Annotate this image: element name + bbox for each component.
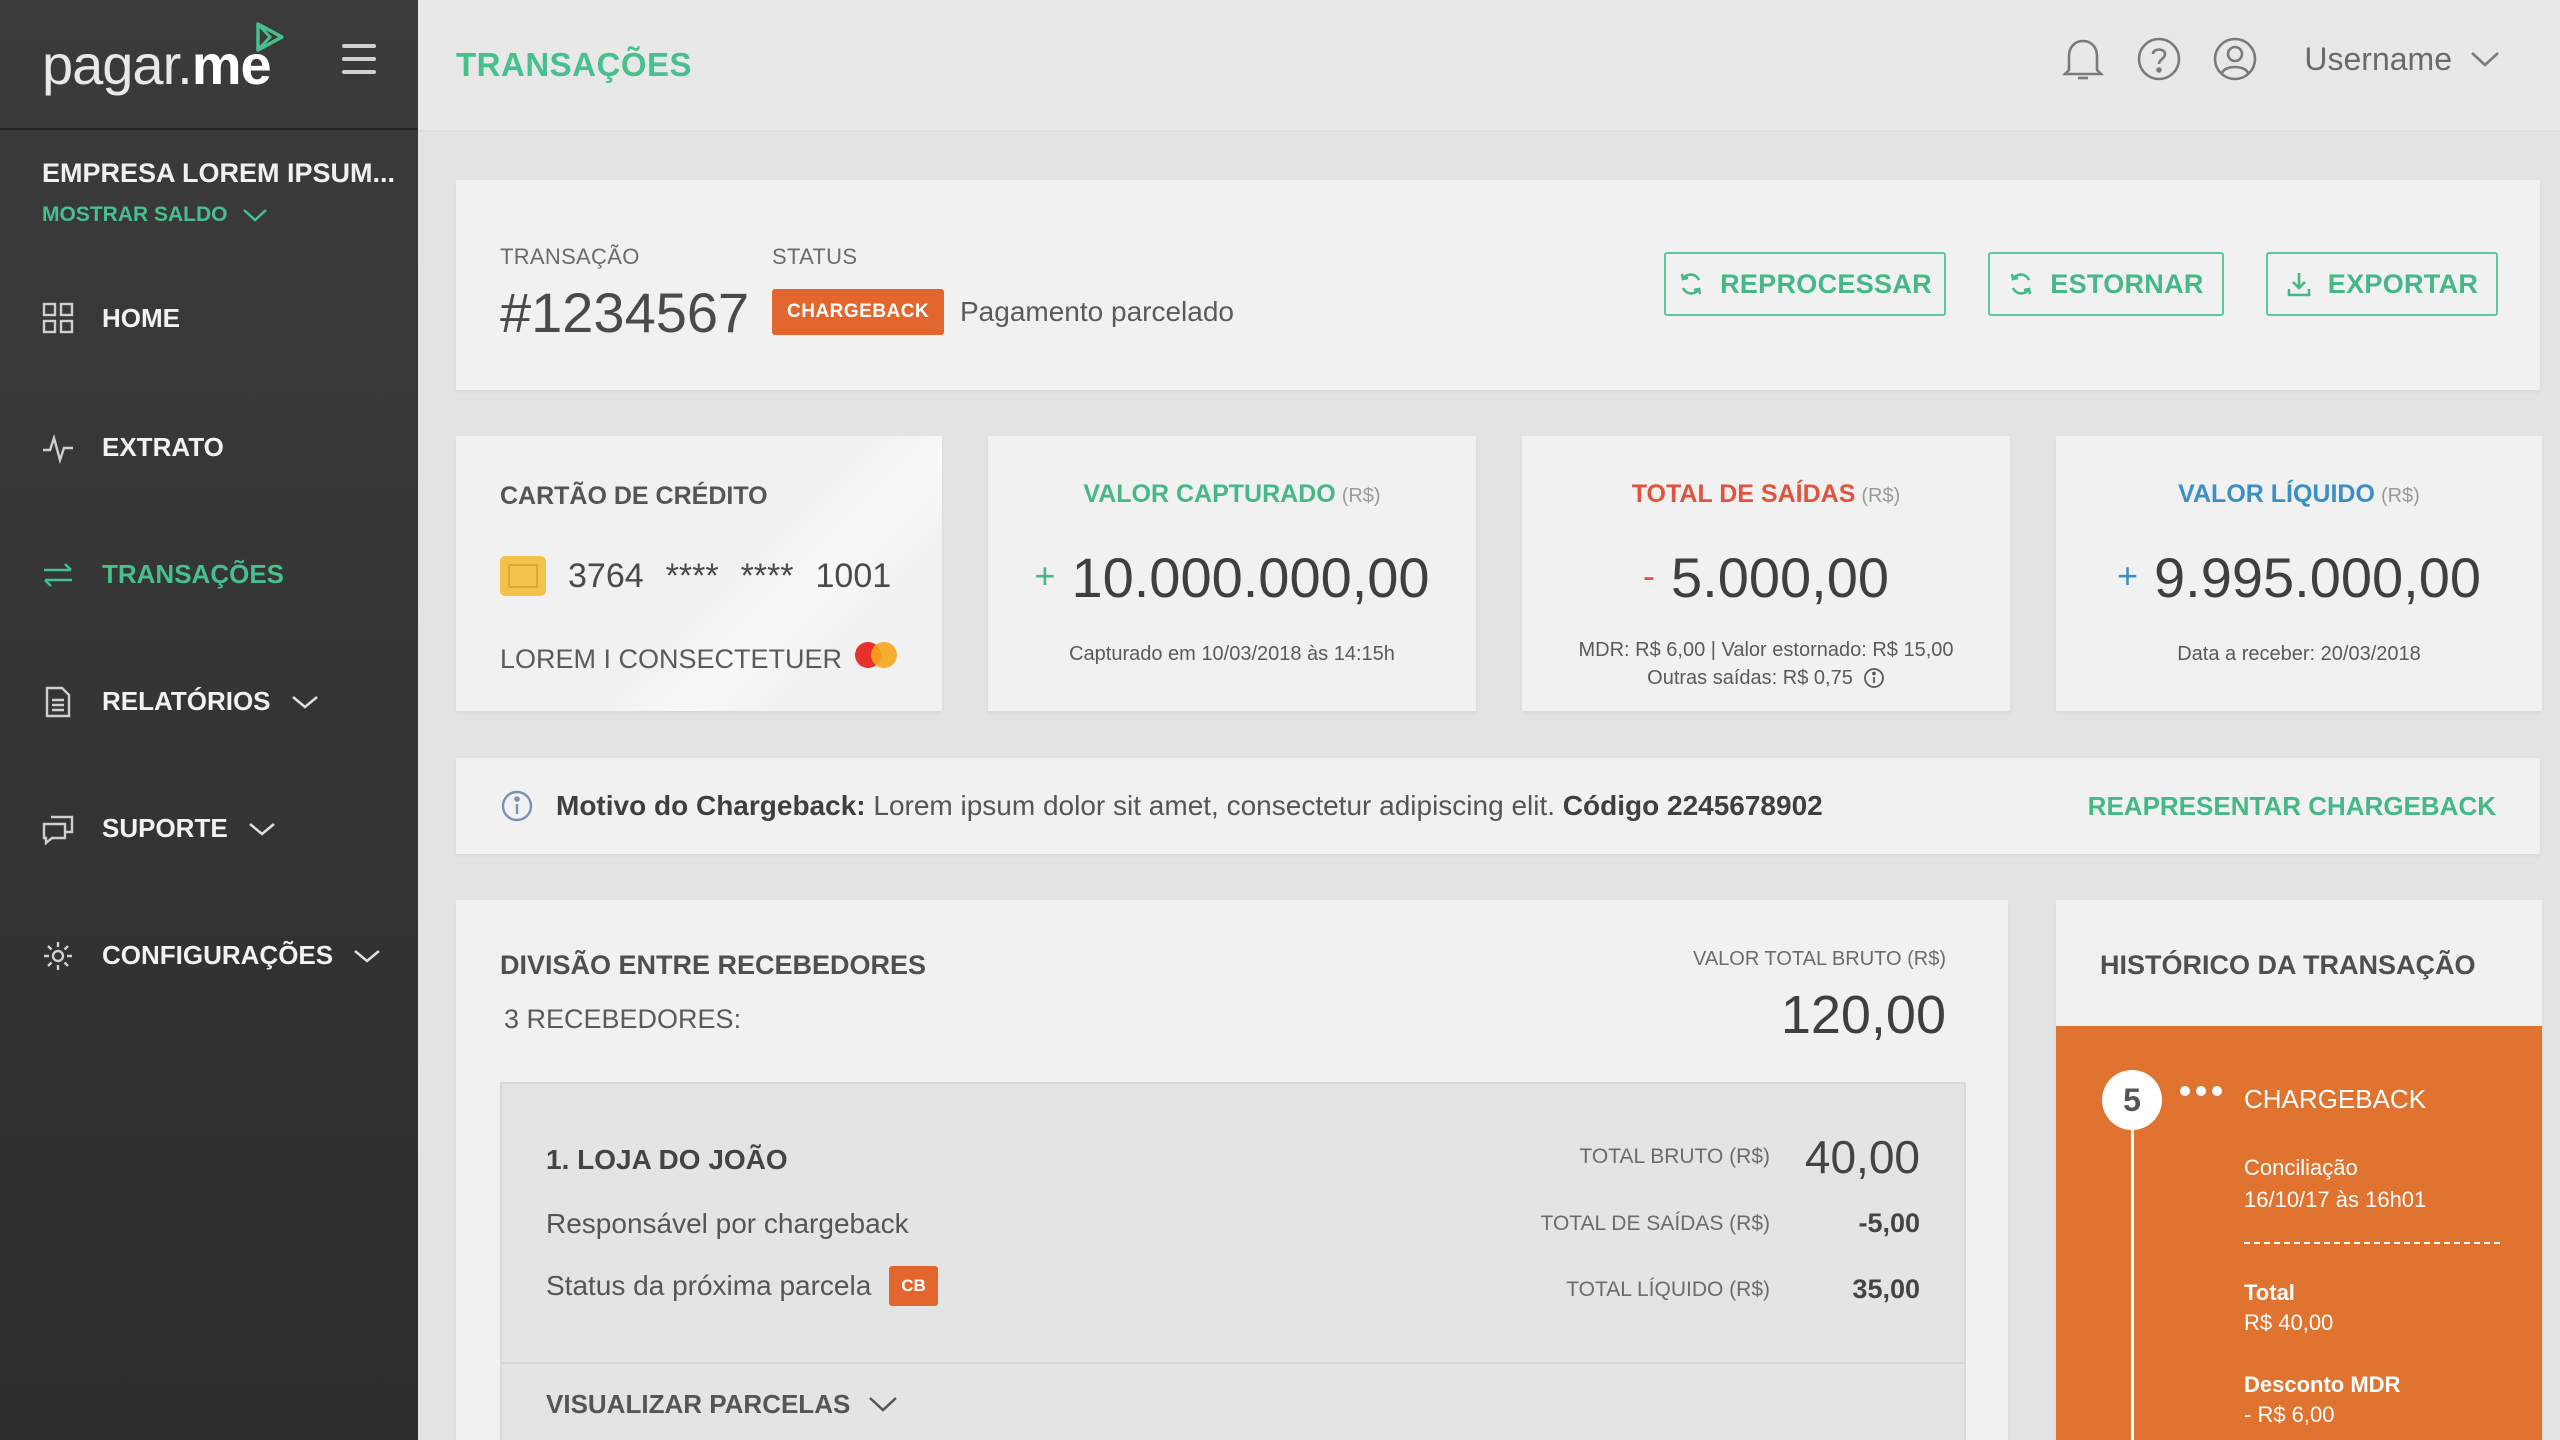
outflows-title: TOTAL DE SAÍDAS (R$) bbox=[1631, 480, 1901, 508]
timeline-mdr: Desconto MDR - R$ 6,00 bbox=[2244, 1372, 2401, 1427]
receiver-net: TOTAL LÍQUIDO (R$) 35,00 bbox=[1566, 1274, 1920, 1304]
bell-icon[interactable] bbox=[2060, 36, 2106, 82]
sidebar-item-suporte[interactable]: SUPORTE bbox=[0, 765, 418, 892]
receivers-count: 3 RECEBEDORES: bbox=[504, 1004, 742, 1034]
timeline-total: Total R$ 40,00 bbox=[2244, 1280, 2334, 1335]
next-installment-status: Status da próxima parcela CB bbox=[546, 1266, 938, 1306]
transaction-history: HISTÓRICO DA TRANSAÇÃO 5 CHARGEBACK Conc… bbox=[2056, 900, 2542, 1440]
view-installments-toggle[interactable]: VISUALIZAR PARCELAS bbox=[502, 1362, 1964, 1440]
captured-value-card: VALOR CAPTURADO (R$) +10.000.000,00 Captu… bbox=[988, 436, 1476, 711]
sidebar-item-extrato[interactable]: EXTRATO bbox=[0, 384, 418, 511]
represent-chargeback-link[interactable]: REAPRESENTAR CHARGEBACK bbox=[2088, 791, 2496, 822]
chevron-down-icon bbox=[869, 1397, 898, 1412]
info-icon bbox=[501, 790, 533, 822]
net-value: +9.995.000,00 bbox=[2116, 546, 2481, 609]
user-menu[interactable]: Username bbox=[2304, 41, 2500, 78]
timeline-step: 5 bbox=[2102, 1070, 2162, 1130]
sidebar-item-home[interactable]: HOME bbox=[0, 252, 418, 384]
card-title: CARTÃO DE CRÉDITO bbox=[500, 482, 768, 510]
history-title: HISTÓRICO DA TRANSAÇÃO bbox=[2100, 950, 2476, 980]
transaction-summary: TRANSAÇÃO STATUS #1234567 CHARGEBACK Pag… bbox=[456, 180, 2540, 390]
status-badge: CB bbox=[889, 1266, 938, 1306]
gross-total-value: 120,00 bbox=[1780, 985, 1946, 1045]
top-actions: Username bbox=[2060, 36, 2500, 82]
receiver-card: 1. LOJA DO JOÃO Responsável por chargeba… bbox=[500, 1082, 1966, 1440]
reprocess-button[interactable]: REPROCESSAR bbox=[1664, 252, 1946, 316]
credit-card-info: CARTÃO DE CRÉDITO 3764 **** **** 1001 LO… bbox=[456, 436, 942, 711]
receiver-gross: TOTAL BRUTO (R$) 40,00 bbox=[1579, 1131, 1920, 1183]
chevron-down-icon bbox=[248, 821, 276, 837]
division-title: DIVISÃO ENTRE RECEBEDORES bbox=[500, 950, 927, 980]
chevron-down-icon bbox=[2471, 52, 2499, 67]
help-icon[interactable] bbox=[2136, 36, 2182, 82]
card-number: 3764 **** **** 1001 bbox=[500, 556, 891, 596]
status-label: STATUS bbox=[772, 244, 858, 269]
page-title: TRANSAÇÕES bbox=[456, 46, 693, 83]
chevron-down-icon bbox=[291, 694, 319, 710]
outflows-breakdown: MDR: R$ 6,00 | Valor estornado: R$ 15,00… bbox=[1578, 639, 1954, 689]
gear-icon bbox=[42, 940, 74, 972]
top-bar: TRANSAÇÕES Username bbox=[418, 0, 2560, 132]
sidebar: pagar. me EMPRESA LOREM IPSUM... MOSTRAR … bbox=[0, 0, 418, 1440]
sidebar-nav: HOME EXTRATO TRANSAÇÕES RELATÓRIOS SUPOR… bbox=[0, 252, 418, 1019]
timeline-event: CHARGEBACK bbox=[2244, 1084, 2427, 1114]
refresh-icon bbox=[2011, 273, 2032, 295]
grid-icon bbox=[42, 302, 74, 334]
sidebar-item-transacoes[interactable]: TRANSAÇÕES bbox=[0, 511, 418, 638]
gross-total-label: VALOR TOTAL BRUTO (R$) bbox=[1692, 948, 1946, 970]
sidebar-item-configuracoes[interactable]: CONFIGURAÇÕES bbox=[0, 892, 418, 1019]
download-icon bbox=[2287, 273, 2311, 297]
net-title: VALOR LÍQUIDO (R$) bbox=[2178, 480, 2420, 508]
refresh-icon bbox=[1680, 273, 1702, 295]
menu-toggle-icon[interactable] bbox=[342, 44, 376, 74]
info-icon[interactable] bbox=[1863, 667, 1885, 689]
card-chip-icon bbox=[500, 556, 546, 596]
pulse-icon bbox=[42, 432, 74, 464]
card-holder: LOREM I CONSECTETUER bbox=[500, 644, 843, 674]
chargeback-reason: Motivo do Chargeback: Lorem ipsum dolor … bbox=[456, 758, 2540, 854]
net-receive-date: Data a receber: 20/03/2018 bbox=[2177, 643, 2421, 665]
mastercard-icon bbox=[855, 642, 897, 668]
outflows-card: TOTAL DE SAÍDAS (R$) -5.000,00 MDR: R$ 6,… bbox=[1522, 436, 2010, 711]
company-selector[interactable]: EMPRESA LOREM IPSUM... MOSTRAR SALDO bbox=[0, 130, 418, 248]
captured-value: +10.000.000,00 bbox=[1034, 546, 1430, 609]
chevron-down-icon bbox=[353, 948, 381, 964]
chevron-down-icon bbox=[242, 209, 267, 222]
export-button[interactable]: EXPORTAR bbox=[2266, 252, 2498, 316]
chargeback-responsible: Responsável por chargeback bbox=[546, 1208, 909, 1239]
chargeback-reason-text: Motivo do Chargeback: Lorem ipsum dolor … bbox=[556, 790, 1823, 821]
chat-icon bbox=[42, 813, 74, 845]
company-name: EMPRESA LOREM IPSUM... bbox=[42, 158, 396, 188]
captured-title: VALOR CAPTURADO (R$) bbox=[1083, 480, 1381, 508]
transaction-description: Pagamento parcelado bbox=[960, 296, 1234, 327]
document-icon bbox=[42, 686, 74, 718]
status-badge: CHARGEBACK bbox=[772, 289, 945, 335]
history-timeline: 5 CHARGEBACK Conciliação 16/10/17 às 16h… bbox=[2056, 1026, 2542, 1440]
more-dots-icon[interactable] bbox=[2180, 1086, 2222, 1096]
receiver-outflows: TOTAL DE SAÍDAS (R$) -5,00 bbox=[1540, 1208, 1921, 1238]
transaction-label: TRANSAÇÃO bbox=[500, 244, 640, 269]
receivers-division: DIVISÃO ENTRE RECEBEDORES 3 RECEBEDORES:… bbox=[456, 900, 2008, 1440]
sidebar-item-relatorios[interactable]: RELATÓRIOS bbox=[0, 638, 418, 765]
pagarme-logo[interactable]: pagar. me bbox=[42, 22, 284, 97]
net-value-card: VALOR LÍQUIDO (R$) +9.995.000,00 Data a r… bbox=[2056, 436, 2542, 711]
sidebar-header: pagar. me bbox=[0, 0, 418, 130]
transaction-id: #1234567 bbox=[500, 281, 750, 344]
timeline-event-detail: Conciliação 16/10/17 às 16h01 bbox=[2244, 1155, 2427, 1212]
user-avatar-icon[interactable] bbox=[2212, 36, 2258, 82]
outflows-value: -5.000,00 bbox=[1643, 546, 1889, 609]
refund-button[interactable]: ESTORNAR bbox=[1988, 252, 2224, 316]
captured-date: Capturado em 10/03/2018 às 14:15h bbox=[1069, 643, 1395, 665]
logo-play-icon bbox=[256, 22, 284, 52]
transfer-arrows-icon bbox=[42, 559, 74, 591]
receiver-name: 1. LOJA DO JOÃO bbox=[546, 1144, 788, 1175]
show-balance-toggle[interactable]: MOSTRAR SALDO bbox=[42, 203, 376, 227]
